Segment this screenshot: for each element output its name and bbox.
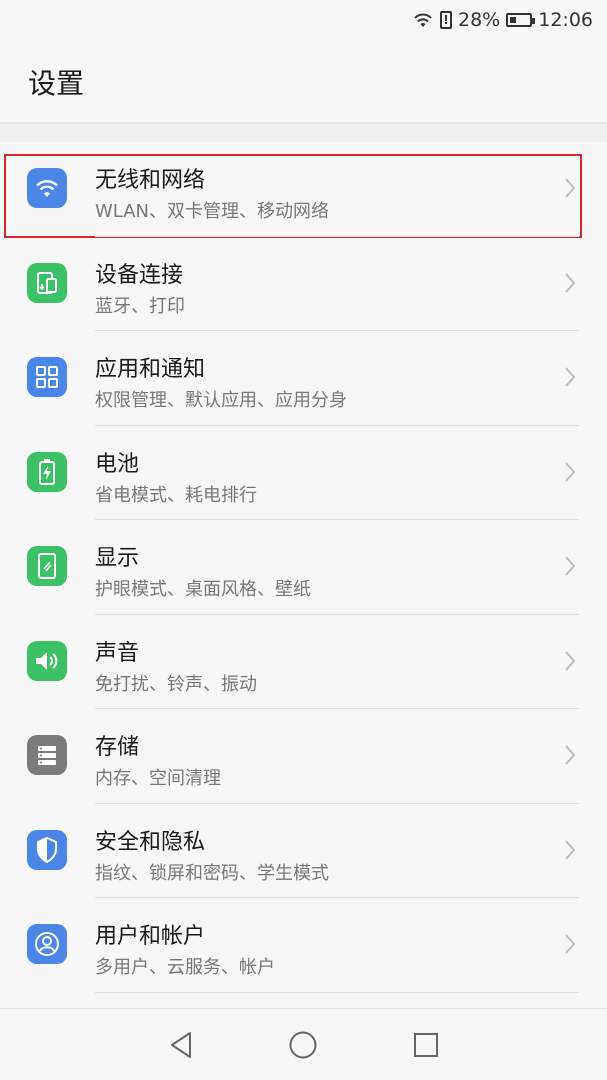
recents-icon: [413, 1032, 438, 1057]
settings-item-title: 用户和帐户: [95, 924, 206, 949]
divider: [95, 991, 579, 993]
chevron-right-icon: [565, 367, 576, 387]
chevron-right-icon: [565, 461, 576, 482]
recents-button[interactable]: [409, 1028, 443, 1062]
speaker-icon: [27, 640, 67, 681]
settings-list: 无线和网络 WLAN、双卡管理、移动网络 设备连接 蓝牙、打印 应用和通知 权限…: [0, 142, 607, 993]
settings-item-display[interactable]: 显示 护眼模式、桌面风格、壁纸: [0, 520, 607, 615]
settings-item-subtitle: 权限管理、默认应用、应用分身: [95, 390, 347, 411]
alert-icon: !: [440, 11, 452, 29]
settings-item-title: 无线和网络: [95, 168, 206, 193]
settings-item-title: 存储: [95, 735, 140, 760]
settings-item-device-connection[interactable]: 设备连接 蓝牙、打印: [0, 237, 607, 331]
chevron-right-icon: [565, 839, 576, 860]
settings-item-subtitle: 内存、空间清理: [95, 768, 221, 789]
battery-icon: [27, 451, 67, 492]
settings-item-storage[interactable]: 存储 内存、空间清理: [0, 709, 607, 804]
settings-item-security-privacy[interactable]: 安全和隐私 指纹、锁屏和密码、学生模式: [0, 804, 607, 898]
display-icon: [27, 546, 67, 586]
back-button[interactable]: [164, 1028, 198, 1062]
settings-item-title: 应用和通知: [95, 357, 206, 382]
settings-item-title: 声音: [95, 640, 140, 666]
chevron-right-icon: [565, 272, 576, 293]
navigation-bar: [0, 1008, 607, 1080]
settings-item-subtitle: 免打扰、铃声、振动: [95, 673, 257, 695]
chevron-right-icon: [565, 650, 576, 671]
settings-item-subtitle: 多用户、云服务、帐户: [95, 957, 275, 978]
apps-grid-icon: [27, 357, 67, 397]
battery-icon: [506, 13, 536, 27]
device-connect-icon: [27, 262, 67, 303]
home-icon: [289, 1031, 317, 1058]
settings-item-title: 设备连接: [95, 262, 184, 288]
settings-item-subtitle: 蓝牙、打印: [95, 295, 185, 317]
clock: 12:06: [538, 9, 593, 31]
storage-icon: [27, 735, 67, 775]
settings-item-title: 安全和隐私: [95, 829, 206, 855]
page-title: 设置: [28, 67, 85, 100]
battery-percent: 28%: [458, 9, 501, 31]
settings-item-battery[interactable]: 电池 省电模式、耗电排行: [0, 426, 607, 520]
settings-item-subtitle: 护眼模式、桌面风格、壁纸: [95, 579, 311, 600]
wifi-icon: [414, 13, 432, 27]
chevron-right-icon: [565, 934, 576, 954]
shield-icon: [27, 829, 67, 870]
header: 设置: [0, 40, 607, 124]
settings-item-wireless-network[interactable]: 无线和网络 WLAN、双卡管理、移动网络: [0, 142, 607, 238]
user-account-icon: [27, 924, 67, 964]
settings-item-apps-notifications[interactable]: 应用和通知 权限管理、默认应用、应用分身: [0, 331, 607, 426]
settings-item-sound[interactable]: 声音 免打扰、铃声、振动: [0, 615, 607, 709]
settings-item-title: 电池: [95, 451, 140, 477]
wifi-icon: [27, 168, 67, 208]
section-gap: [0, 124, 607, 142]
settings-item-subtitle: 指纹、锁屏和密码、学生模式: [95, 862, 329, 884]
settings-item-subtitle: 省电模式、耗电排行: [95, 484, 257, 506]
chevron-right-icon: [565, 178, 576, 198]
home-button[interactable]: [286, 1028, 320, 1062]
back-icon: [171, 1031, 192, 1058]
chevron-right-icon: [565, 556, 576, 576]
chevron-right-icon: [565, 745, 576, 765]
settings-item-subtitle: WLAN、双卡管理、移动网络: [95, 201, 330, 222]
settings-item-title: 显示: [95, 546, 140, 571]
settings-item-users-accounts[interactable]: 用户和帐户 多用户、云服务、帐户: [0, 898, 607, 993]
status-bar: ! 28% 12:06: [0, 0, 607, 40]
